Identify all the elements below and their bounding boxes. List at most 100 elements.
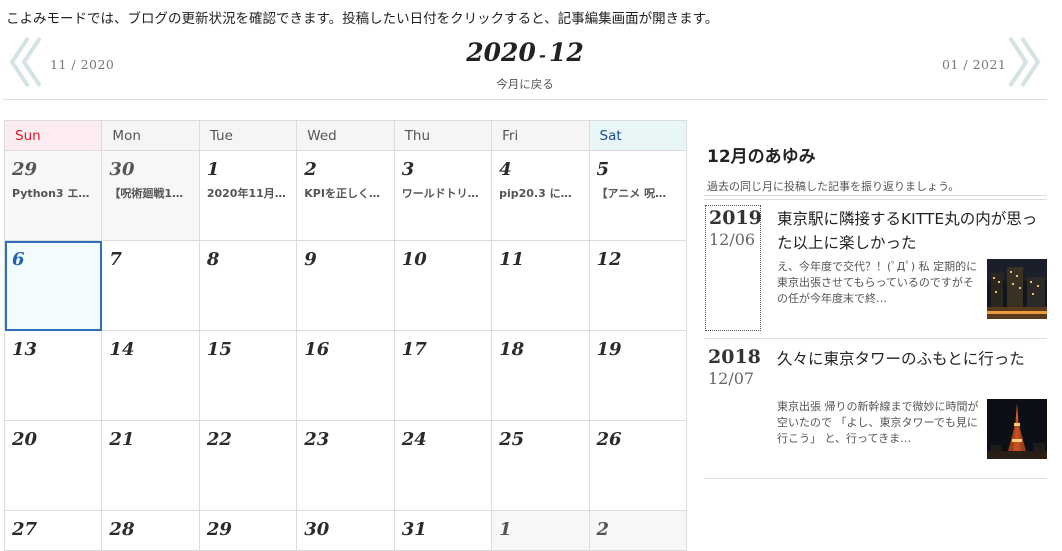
memory-item[interactable]: 2018 12/07 久々に東京タワーのふもとに行った 東京出張 帰りの新幹線ま… [704, 343, 1047, 477]
day-number: 10 [401, 249, 427, 270]
calendar-day[interactable]: 27 [3, 510, 103, 551]
day-number: 17 [401, 339, 427, 360]
day-number: 26 [596, 429, 622, 450]
calendar-day-today[interactable]: 6 [3, 240, 103, 331]
calendar-week-row: 29 Python3 エ… 30 【呪術廻戦1… 1 2020年11月… 2 KPIを正しく…… [3, 150, 688, 241]
day-number: 8 [206, 249, 220, 270]
weekday-wed: Wed [296, 120, 395, 151]
calendar-day[interactable]: 4 pip20.3 に… [491, 150, 590, 241]
calendar-day[interactable]: 26 [588, 420, 688, 511]
prev-month-chevron-icon[interactable] [8, 36, 48, 88]
calendar-day[interactable]: 11 [491, 240, 590, 331]
day-number: 2 [304, 159, 317, 180]
calendar-week-row: 13 14 15 16 17 18 19 [3, 330, 688, 421]
calendar-day[interactable]: 29 Python3 エ… [3, 150, 103, 241]
weekday-thu: Thu [393, 120, 493, 151]
calendar-day[interactable]: 1 [491, 510, 590, 551]
calendar-day[interactable]: 25 [491, 420, 590, 511]
calendar-day[interactable]: 8 [198, 240, 298, 331]
calendar-day[interactable]: 29 [198, 510, 298, 551]
memory-year: 2019 [709, 207, 762, 229]
day-post-link[interactable]: 【アニメ 呪… [597, 185, 680, 201]
calendar-week-row: 20 21 22 23 24 25 26 [3, 420, 688, 511]
day-number: 27 [12, 519, 38, 540]
calendar-day[interactable]: 10 [393, 240, 493, 331]
calendar-day[interactable]: 14 [101, 330, 200, 421]
calendar-day[interactable]: 30 [296, 510, 395, 551]
day-number: 23 [304, 429, 330, 450]
tokyo-tower-thumbnail[interactable] [987, 399, 1047, 459]
sidebar-divider [704, 338, 1047, 339]
back-to-this-month-link[interactable]: 今月に戻る [450, 76, 600, 92]
memory-date: 2019 12/06 [705, 205, 762, 331]
calendar-day[interactable]: 13 [3, 330, 103, 421]
day-post-link[interactable]: ワールドトリ… [402, 185, 485, 201]
sidebar-divider [704, 195, 1047, 196]
day-number: 5 [596, 159, 610, 180]
day-number: 20 [12, 429, 38, 450]
next-month-chevron-icon[interactable] [1002, 36, 1042, 88]
day-post-link[interactable]: pip20.3 に… [499, 185, 582, 201]
memory-date: 2018 12/07 [705, 345, 761, 471]
month-separator: - [538, 46, 546, 66]
calendar-day[interactable]: 30 【呪術廻戦1… [101, 150, 200, 241]
memory-excerpt: え、今年度で交代？！(ﾟДﾟ) 私 定期的に東京出張させてもらっているのですがそ… [777, 260, 978, 305]
calendar-day[interactable]: 7 [101, 240, 200, 331]
weekday-sat: Sat [588, 120, 688, 151]
tokyo-night-thumbnail[interactable] [987, 259, 1047, 319]
day-number: 1 [499, 519, 512, 540]
calendar-day[interactable]: 17 [393, 330, 493, 421]
day-number: 31 [401, 519, 427, 540]
calendar-day[interactable]: 21 [101, 420, 200, 511]
day-number: 7 [109, 249, 122, 270]
memory-year: 2018 [708, 346, 761, 368]
current-month: 12 [548, 38, 584, 67]
calendar-day[interactable]: 3 ワールドトリ… [393, 150, 493, 241]
day-number: 25 [499, 429, 525, 450]
day-number: 3 [401, 159, 415, 180]
calendar-day[interactable]: 31 [393, 510, 493, 551]
weekday-tue: Tue [198, 120, 298, 151]
memory-month-day: 12/07 [708, 369, 755, 388]
sidebar-divider [704, 199, 1047, 200]
day-number: 29 [12, 159, 38, 180]
weekday-mon: Mon [101, 120, 200, 151]
calendar-day[interactable]: 16 [296, 330, 395, 421]
day-number: 30 [109, 159, 135, 180]
calendar-day[interactable]: 19 [588, 330, 688, 421]
calendar-day[interactable]: 5 【アニメ 呪… [588, 150, 688, 241]
memory-title-link[interactable]: 久々に東京タワーのふもとに行った [777, 347, 1045, 371]
calendar-day[interactable]: 12 [588, 240, 688, 331]
day-post-link[interactable]: 【呪術廻戦1… [109, 185, 192, 201]
calendar-day[interactable]: 22 [198, 420, 298, 511]
sidebar-divider [704, 478, 1047, 479]
day-number: 1 [206, 159, 220, 180]
day-number: 18 [499, 339, 525, 360]
day-post-link[interactable]: 2020年11月… [207, 185, 290, 201]
calendar-day[interactable]: 1 2020年11月… [198, 150, 298, 241]
current-month-title: 2020-12 [400, 38, 650, 67]
day-number: 2 [596, 519, 610, 540]
calendar-day[interactable]: 9 [296, 240, 395, 331]
memory-item[interactable]: 2019 12/06 東京駅に隣接するKITTE丸の内が思った以上に楽しかった … [704, 203, 1047, 337]
prev-month-link[interactable]: 11 / 2020 [50, 57, 114, 72]
sidebar-title: 12月のあゆみ [707, 147, 816, 167]
day-number: 19 [596, 339, 622, 360]
calendar-day[interactable]: 15 [198, 330, 298, 421]
calendar-day[interactable]: 23 [296, 420, 395, 511]
day-number: 6 [12, 249, 25, 270]
memory-title-link[interactable]: 東京駅に隣接するKITTE丸の内が思った以上に楽しかった [777, 207, 1045, 255]
day-post-link[interactable]: KPIを正しく… [304, 185, 387, 201]
calendar-day[interactable]: 24 [393, 420, 493, 511]
current-year: 2020 [466, 38, 536, 67]
day-post-link[interactable]: Python3 エ… [12, 185, 95, 201]
calendar-day[interactable]: 28 [101, 510, 200, 551]
calendar-day[interactable]: 2 [588, 510, 688, 551]
weekday-sun: Sun [3, 120, 103, 151]
next-month-link[interactable]: 01 / 2021 [942, 57, 1006, 72]
calendar-day[interactable]: 2 KPIを正しく… [296, 150, 395, 241]
weekday-fri: Fri [491, 120, 590, 151]
calendar-day[interactable]: 20 [3, 420, 103, 511]
day-number: 14 [109, 339, 135, 360]
calendar-day[interactable]: 18 [491, 330, 590, 421]
